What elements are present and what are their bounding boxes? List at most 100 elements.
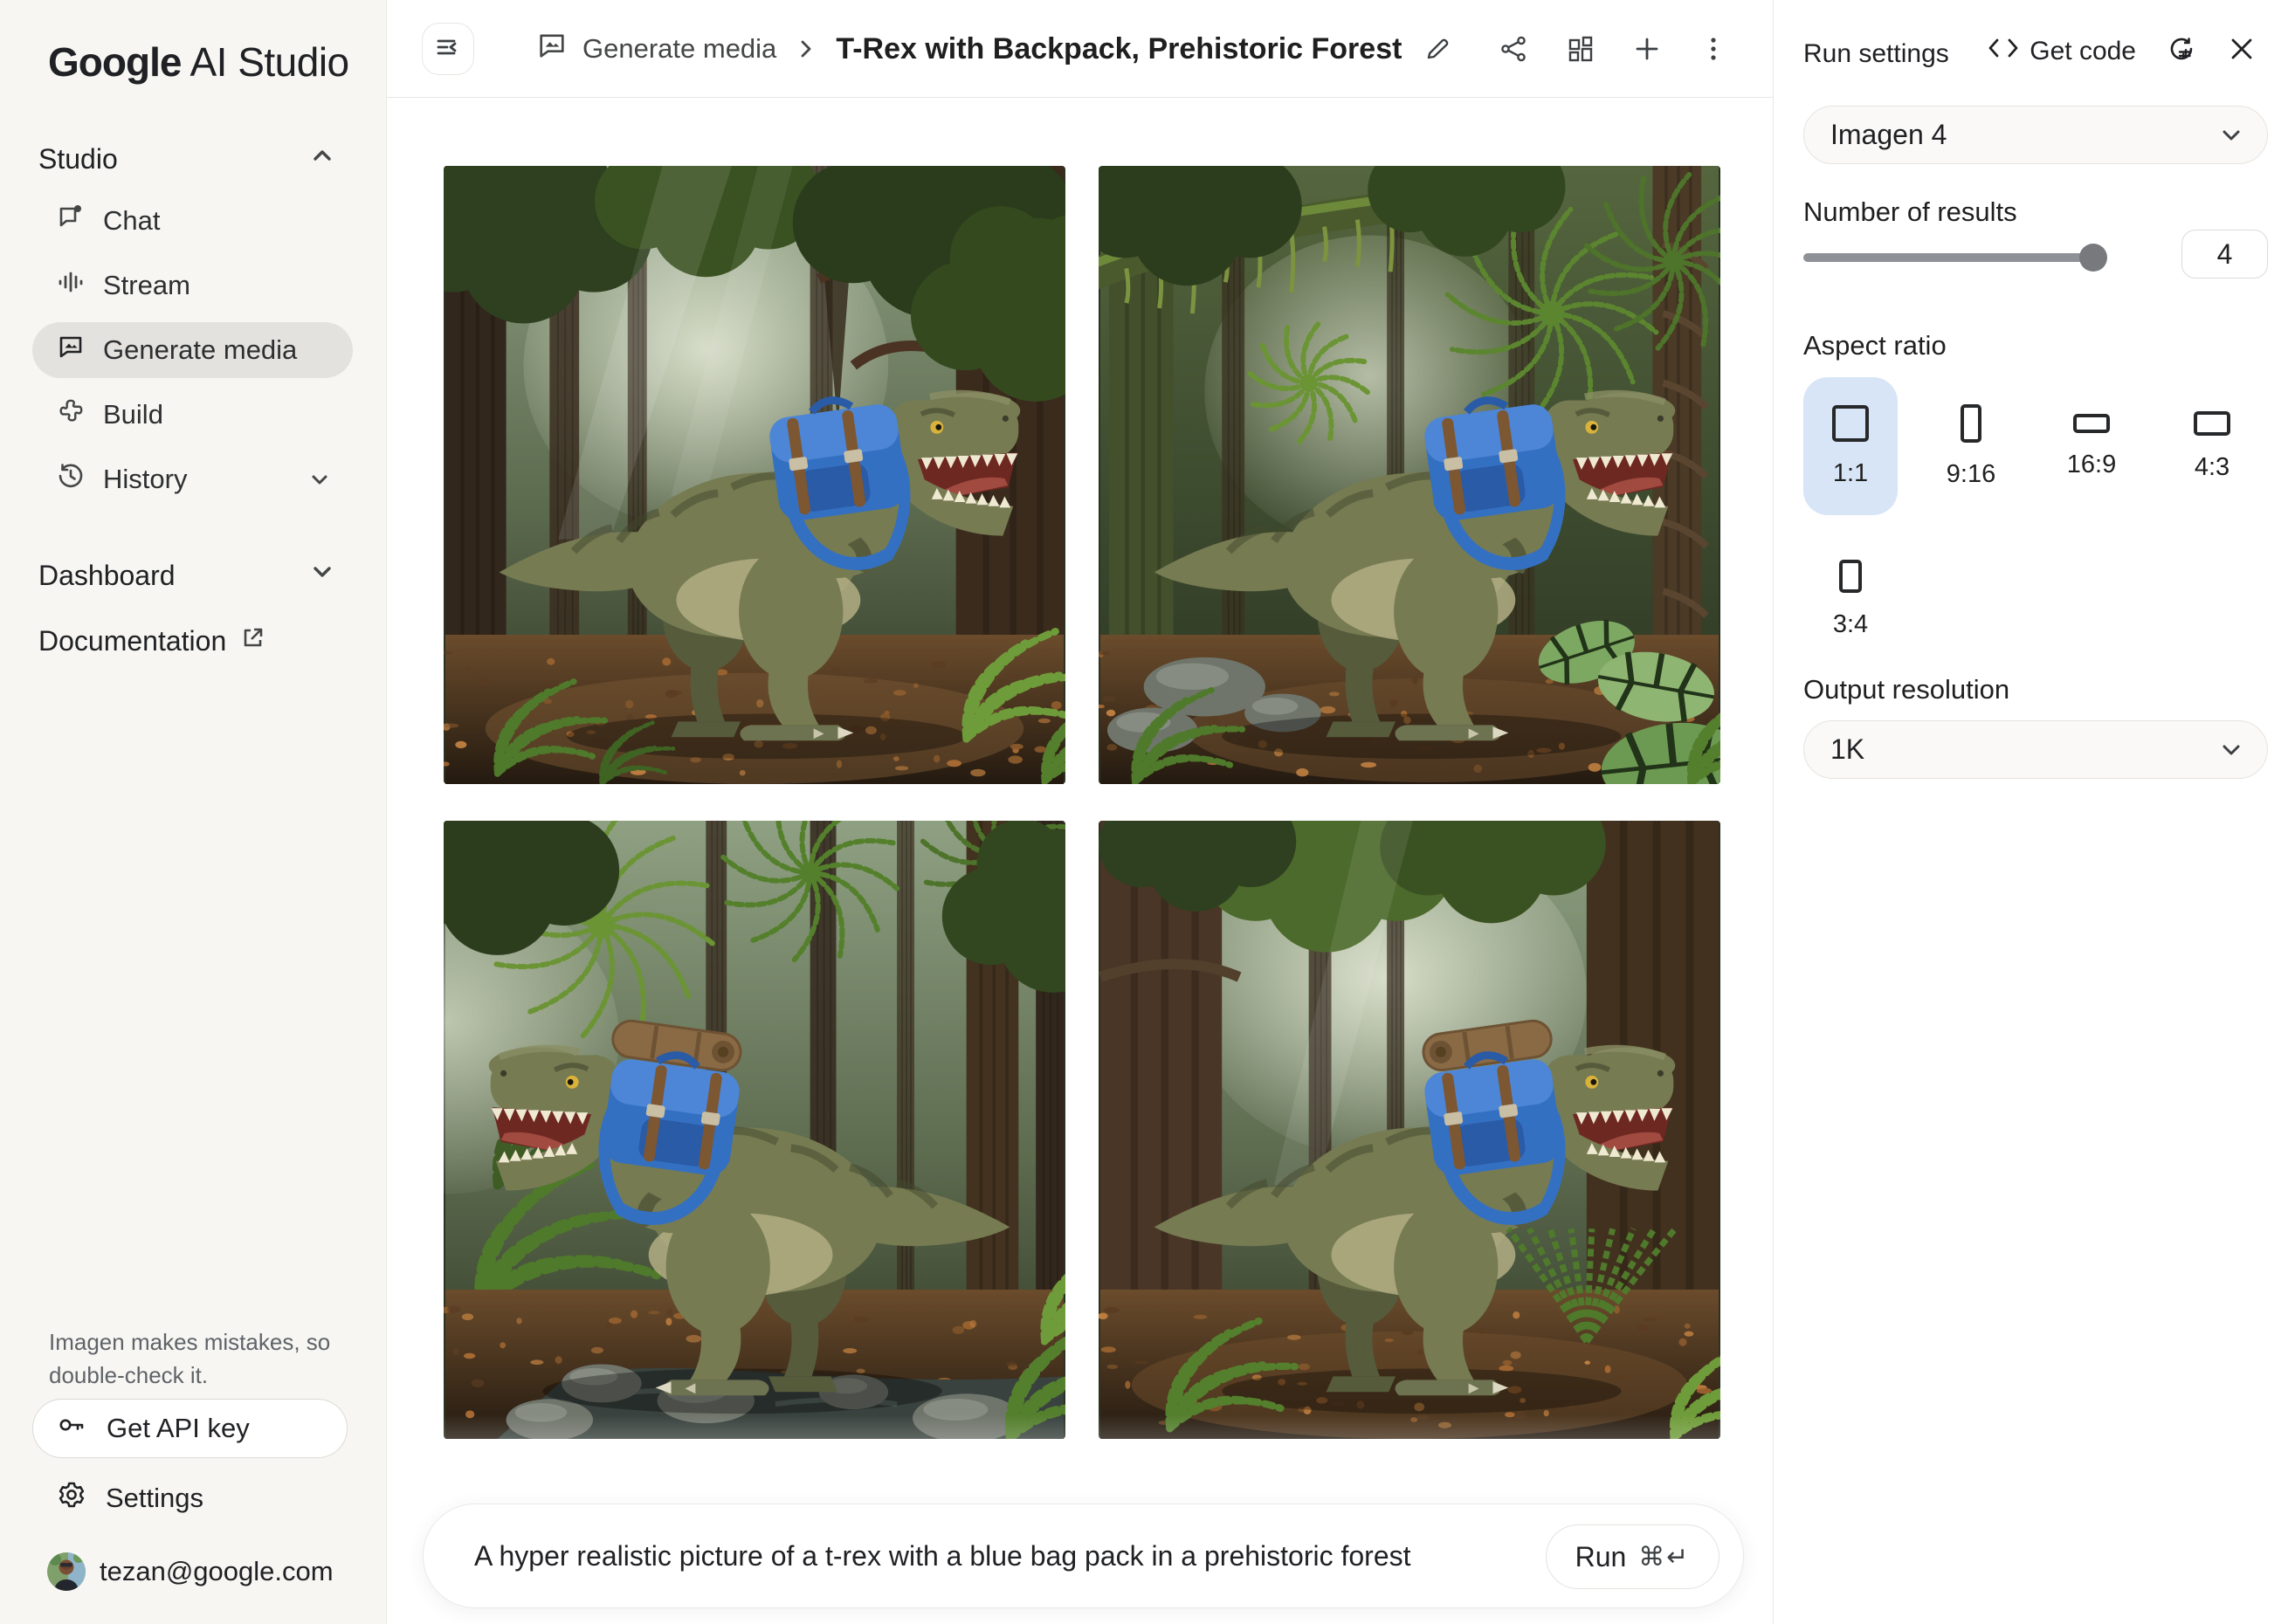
external-link-icon bbox=[240, 624, 266, 657]
disclaimer-line-1: Imagen makes mistakes, so bbox=[49, 1325, 330, 1359]
run-shortcut: ⌘↵ bbox=[1638, 1542, 1690, 1572]
generate-media-icon bbox=[535, 29, 569, 69]
aspect-9-16-icon bbox=[1961, 404, 1981, 443]
sidebar-item-label: Build bbox=[103, 399, 163, 430]
settings-button[interactable]: Settings bbox=[57, 1470, 203, 1526]
app-window: GoogleAI Studio Studio Chat Stream Gener bbox=[0, 0, 2288, 1624]
chevron-down-icon bbox=[2218, 122, 2244, 148]
account-button[interactable]: tezan@google.com bbox=[47, 1544, 334, 1600]
breadcrumb-label: Generate media bbox=[582, 33, 776, 65]
output-resolution-label: Output resolution bbox=[1803, 674, 2009, 705]
trex-image-3[interactable] bbox=[444, 821, 1065, 1439]
aspect-ratio-options: 1:1 9:16 16:9 4:3 3:4 bbox=[1803, 377, 2259, 668]
logo-product: AI Studio bbox=[190, 39, 348, 85]
prompt-bar[interactable]: A hyper realistic picture of a t-rex wit… bbox=[423, 1504, 1744, 1608]
aspect-option-4-3[interactable]: 4:3 bbox=[2165, 377, 2259, 515]
logo-google: Google bbox=[48, 39, 181, 85]
aspect-16-9-icon bbox=[2073, 414, 2110, 433]
app-logo: GoogleAI Studio bbox=[48, 38, 349, 86]
more-options-button[interactable] bbox=[1699, 34, 1728, 64]
sidebar: GoogleAI Studio Studio Chat Stream Gener bbox=[0, 0, 387, 1624]
number-of-results-slider[interactable] bbox=[1803, 253, 2094, 262]
settings-label: Settings bbox=[106, 1483, 203, 1514]
close-panel-button[interactable] bbox=[2227, 34, 2257, 68]
results-canvas: A hyper realistic picture of a t-rex wit… bbox=[387, 98, 1773, 1624]
prompt-input[interactable]: A hyper realistic picture of a t-rex wit… bbox=[474, 1540, 1411, 1572]
sidebar-item-chat[interactable]: Chat bbox=[32, 193, 353, 249]
aspect-option-9-16[interactable]: 9:16 bbox=[1924, 377, 2018, 515]
account-email: tezan@google.com bbox=[100, 1556, 334, 1587]
aspect-option-16-9[interactable]: 16:9 bbox=[2044, 377, 2139, 515]
disclaimer-line-2: double-check it. bbox=[49, 1359, 208, 1392]
aspect-option-label: 1:1 bbox=[1833, 459, 1868, 488]
main-content: Generate media T-Rex with Backpack, Preh… bbox=[387, 0, 1773, 1624]
sidebar-section-dashboard[interactable]: Dashboard bbox=[38, 559, 335, 592]
output-resolution-selector[interactable]: 1K bbox=[1803, 720, 2268, 779]
sidebar-item-label: Stream bbox=[103, 270, 190, 301]
edit-title-button[interactable] bbox=[1423, 34, 1452, 64]
aspect-1-1-icon bbox=[1832, 405, 1869, 442]
breadcrumb[interactable]: Generate media bbox=[535, 29, 776, 69]
aspect-ratio-label: Aspect ratio bbox=[1803, 330, 1947, 361]
sidebar-item-build[interactable]: Build bbox=[32, 387, 353, 443]
sidebar-item-label: History bbox=[103, 464, 187, 495]
trex-image-2[interactable] bbox=[1099, 166, 1720, 784]
aspect-option-label: 16:9 bbox=[2067, 451, 2116, 479]
aspect-option-label: 4:3 bbox=[2195, 453, 2229, 482]
collapse-sidebar-button[interactable] bbox=[422, 23, 474, 75]
sidebar-item-generate-media[interactable]: Generate media bbox=[32, 322, 353, 378]
get-code-button[interactable]: Get code bbox=[1988, 35, 2136, 68]
chevron-up-icon bbox=[309, 142, 335, 175]
chevron-down-icon bbox=[2218, 737, 2244, 763]
share-button[interactable] bbox=[1499, 34, 1529, 64]
output-resolution-value: 1K bbox=[1830, 733, 1864, 766]
stream-icon bbox=[56, 267, 86, 304]
get-code-label: Get code bbox=[2030, 37, 2136, 66]
grid-view-button[interactable] bbox=[1566, 34, 1595, 64]
collapse-sidebar-icon bbox=[433, 32, 463, 66]
run-label: Run bbox=[1575, 1541, 1627, 1573]
aspect-option-label: 9:16 bbox=[1947, 460, 1995, 489]
model-selector[interactable]: Imagen 4 bbox=[1803, 106, 2268, 164]
run-settings-title: Run settings bbox=[1803, 39, 1949, 69]
topbar: Generate media T-Rex with Backpack, Preh… bbox=[387, 0, 1773, 98]
model-selected-value: Imagen 4 bbox=[1830, 119, 1947, 151]
build-icon bbox=[56, 396, 86, 433]
key-icon bbox=[56, 1409, 87, 1448]
get-api-key-label: Get API key bbox=[107, 1413, 250, 1444]
run-settings-panel: Run settings Get code Imagen 4 Number of… bbox=[1773, 0, 2288, 1624]
sidebar-item-history[interactable]: History bbox=[32, 451, 353, 507]
gear-icon bbox=[57, 1480, 86, 1517]
avatar bbox=[47, 1552, 86, 1591]
history-icon bbox=[56, 461, 86, 498]
dashboard-section-label: Dashboard bbox=[38, 560, 176, 592]
new-item-button[interactable] bbox=[1632, 34, 1662, 64]
trex-image-1[interactable] bbox=[444, 166, 1065, 784]
run-button[interactable]: Run ⌘↵ bbox=[1546, 1524, 1719, 1589]
sidebar-section-studio[interactable]: Studio bbox=[38, 142, 335, 175]
aspect-3-4-icon bbox=[1839, 560, 1862, 593]
code-icon bbox=[1988, 35, 2019, 68]
page-title: T-Rex with Backpack, Prehistoric Forest bbox=[836, 32, 1402, 66]
reset-settings-button[interactable] bbox=[2166, 33, 2197, 69]
aspect-option-1-1[interactable]: 1:1 bbox=[1803, 377, 1898, 515]
slider-knob[interactable] bbox=[2079, 244, 2107, 272]
sidebar-item-stream[interactable]: Stream bbox=[32, 258, 353, 313]
number-of-results-label: Number of results bbox=[1803, 196, 2017, 228]
trex-image-4[interactable] bbox=[1099, 821, 1720, 1439]
get-api-key-button[interactable]: Get API key bbox=[32, 1399, 348, 1458]
generate-media-icon bbox=[56, 332, 86, 368]
aspect-option-label: 3:4 bbox=[1833, 610, 1868, 639]
number-of-results-input[interactable]: 4 bbox=[2181, 230, 2268, 279]
aspect-4-3-icon bbox=[2194, 411, 2230, 436]
chevron-right-icon bbox=[794, 37, 818, 61]
chevron-down-icon bbox=[309, 559, 335, 592]
sidebar-item-label: Generate media bbox=[103, 334, 297, 366]
chat-icon bbox=[56, 203, 86, 239]
aspect-option-3-4[interactable]: 3:4 bbox=[1803, 530, 1898, 668]
sidebar-item-label: Chat bbox=[103, 205, 160, 237]
studio-section-label: Studio bbox=[38, 143, 118, 175]
documentation-label: Documentation bbox=[38, 625, 226, 657]
chevron-down-icon[interactable] bbox=[307, 467, 332, 492]
sidebar-item-documentation[interactable]: Documentation bbox=[38, 624, 266, 657]
